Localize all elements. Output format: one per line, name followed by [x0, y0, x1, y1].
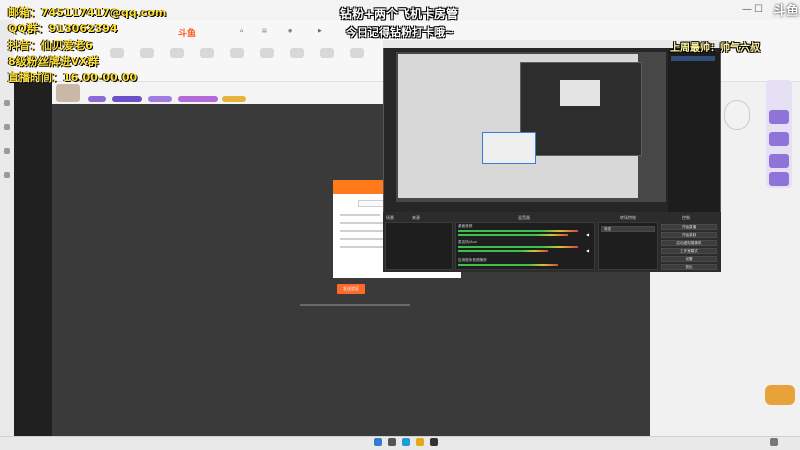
- nested-capture-obs: [520, 62, 642, 156]
- overlay-stream-time: 直播时间：16.00-00.00: [8, 71, 138, 84]
- site-logo[interactable]: 斗鱼: [178, 26, 196, 39]
- rail-icon[interactable]: [4, 172, 10, 178]
- source-row[interactable]: [671, 88, 715, 93]
- overlay-qq-group: QQ群：913062394: [8, 22, 118, 35]
- start-recording-button[interactable]: 开始录制: [661, 232, 717, 238]
- search-icon[interactable]: [388, 438, 396, 446]
- audio-meter: [458, 234, 568, 236]
- screen: — ☐ 斗鱼 ⌂ ▤ ◉ ▶ 发送验证 场景 来源 混音器 转场特效 控制 桌面…: [0, 0, 800, 450]
- rail-icon[interactable]: [4, 100, 10, 106]
- promo-item[interactable]: [769, 172, 789, 186]
- source-row[interactable]: [671, 112, 715, 117]
- category-icon[interactable]: [350, 48, 364, 58]
- scenes-header: 场景: [386, 215, 394, 220]
- audio-channel-label: 麦克风/Aux: [458, 240, 477, 244]
- start-icon[interactable]: [374, 438, 382, 446]
- speaker-icon[interactable]: ◀: [586, 248, 589, 253]
- folder-icon[interactable]: [416, 438, 424, 446]
- clock-area[interactable]: [770, 438, 778, 446]
- overlay-top-banner: 钻粉+两个飞机卡房管: [340, 7, 459, 21]
- sources-header: 来源: [412, 215, 420, 220]
- audio-meter: [458, 250, 548, 252]
- minimize-icon[interactable]: —: [742, 4, 752, 15]
- category-icon[interactable]: [260, 48, 274, 58]
- streamer-cartoon-avatar: [724, 100, 750, 130]
- speaker-icon[interactable]: ◀: [586, 232, 589, 237]
- source-row[interactable]: [671, 136, 715, 141]
- douyu-watermark-sub: DOUYU.COM: [773, 14, 799, 19]
- mixer-header: 混音器: [518, 215, 530, 220]
- category-icon[interactable]: [320, 48, 334, 58]
- rail-icon[interactable]: [4, 148, 10, 154]
- category-icon[interactable]: [290, 48, 304, 58]
- nav-video-icon[interactable]: ▶: [318, 28, 322, 34]
- studio-mode-button[interactable]: 工作室模式: [661, 248, 717, 254]
- nav-game-icon[interactable]: ◉: [288, 28, 292, 34]
- source-row[interactable]: [671, 72, 715, 77]
- category-icon[interactable]: [200, 48, 214, 58]
- obs-icon[interactable]: [430, 438, 438, 446]
- source-row[interactable]: [671, 56, 715, 61]
- scenes-panel: [385, 222, 453, 270]
- badge: [148, 96, 172, 102]
- send-verify-button[interactable]: 发送验证: [337, 284, 365, 294]
- audio-meter: [458, 264, 558, 266]
- source-row[interactable]: [671, 184, 715, 189]
- badge: [112, 96, 142, 102]
- player-footnote: [300, 304, 410, 306]
- source-row[interactable]: [671, 160, 715, 165]
- source-row[interactable]: [671, 176, 715, 181]
- source-row[interactable]: [671, 192, 715, 197]
- controls-header: 控制: [682, 215, 690, 220]
- source-row[interactable]: [671, 120, 715, 125]
- promo-item[interactable]: [769, 132, 789, 146]
- source-row[interactable]: [671, 80, 715, 85]
- badge: [222, 96, 246, 102]
- category-icon[interactable]: [110, 48, 124, 58]
- overlay-checkin-banner: 今日记得钻粉打卡哦~: [346, 26, 455, 39]
- audio-channel-label: 应用程序音频捕获: [458, 258, 487, 262]
- badge: [178, 96, 218, 102]
- source-row[interactable]: [671, 104, 715, 109]
- dialog-text-line: [340, 214, 380, 216]
- maximize-icon[interactable]: ☐: [754, 4, 763, 15]
- transitions-header: 转场特效: [620, 215, 636, 220]
- rail-icon[interactable]: [4, 124, 10, 130]
- audio-meter: [458, 246, 578, 248]
- streamer-avatar[interactable]: [56, 84, 80, 102]
- nav-category-icon[interactable]: ▤: [262, 28, 267, 34]
- category-icon[interactable]: [140, 48, 154, 58]
- virtual-camera-button[interactable]: 启动虚拟摄像机: [661, 240, 717, 246]
- source-row[interactable]: [671, 144, 715, 149]
- nested-dialog: [482, 132, 536, 164]
- edge-icon[interactable]: [402, 438, 410, 446]
- category-icon[interactable]: [170, 48, 184, 58]
- overlay-douyin: 抖音：仙贝爱老6: [8, 39, 93, 52]
- audio-meter: [458, 230, 578, 232]
- category-icon[interactable]: [230, 48, 244, 58]
- source-row[interactable]: [671, 152, 715, 157]
- transition-select[interactable]: 渐变: [601, 226, 655, 232]
- taskbar: [0, 436, 800, 450]
- badge: [88, 96, 106, 102]
- nested-capture-window: [560, 80, 600, 106]
- overlay-right-banner: 上周最帅：帅气六叔: [670, 43, 760, 54]
- mascot-badge: [765, 385, 795, 405]
- source-row[interactable]: [671, 64, 715, 69]
- start-streaming-button[interactable]: 开始直播: [661, 224, 717, 230]
- audio-channel-label: 桌面音频: [458, 224, 473, 228]
- overlay-email: 邮箱：745117417@qq.com: [8, 6, 167, 19]
- promo-item[interactable]: [769, 154, 789, 168]
- promo-item[interactable]: [769, 110, 789, 124]
- nav-home-icon[interactable]: ⌂: [240, 28, 243, 34]
- source-row[interactable]: [671, 168, 715, 173]
- exit-button[interactable]: 退出: [661, 264, 717, 270]
- source-row[interactable]: [671, 128, 715, 133]
- source-row[interactable]: [671, 96, 715, 101]
- overlay-fan-group: 8级粉丝牌进VX群: [8, 55, 99, 68]
- settings-button[interactable]: 设置: [661, 256, 717, 262]
